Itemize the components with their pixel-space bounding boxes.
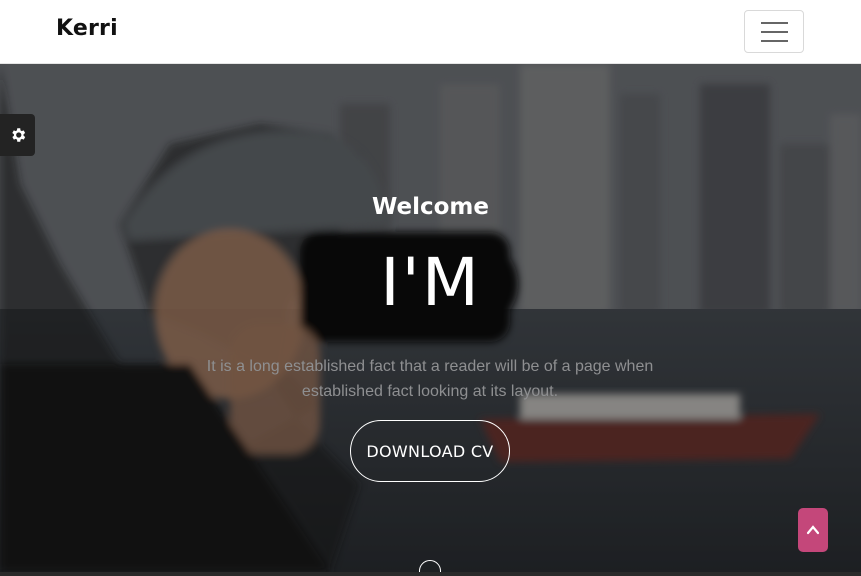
page-bottom-edge bbox=[0, 572, 861, 576]
chevron-up-icon bbox=[806, 525, 820, 535]
hero-welcome: Welcome bbox=[371, 194, 490, 220]
hamburger-menu-icon bbox=[760, 39, 788, 42]
hamburger-menu-icon bbox=[760, 21, 788, 24]
menu-toggle-button[interactable] bbox=[744, 10, 804, 53]
navbar: Kerri bbox=[0, 0, 861, 64]
back-to-top-button[interactable] bbox=[798, 508, 828, 552]
gear-icon bbox=[11, 128, 25, 142]
download-cv-button[interactable]: DOWNLOAD CV bbox=[350, 420, 510, 482]
settings-panel-toggle[interactable] bbox=[0, 114, 35, 156]
hamburger-menu-icon bbox=[760, 30, 788, 33]
brand-logo[interactable]: Kerri bbox=[56, 16, 118, 41]
hero-content: Welcome I'M It is a long established fac… bbox=[0, 64, 861, 572]
hero-headline: I'M bbox=[380, 244, 481, 321]
scroll-down-mouse-icon[interactable] bbox=[419, 560, 441, 572]
hero-section: Welcome I'M It is a long established fac… bbox=[0, 64, 861, 572]
hero-description: It is a long established fact that a rea… bbox=[206, 358, 654, 400]
